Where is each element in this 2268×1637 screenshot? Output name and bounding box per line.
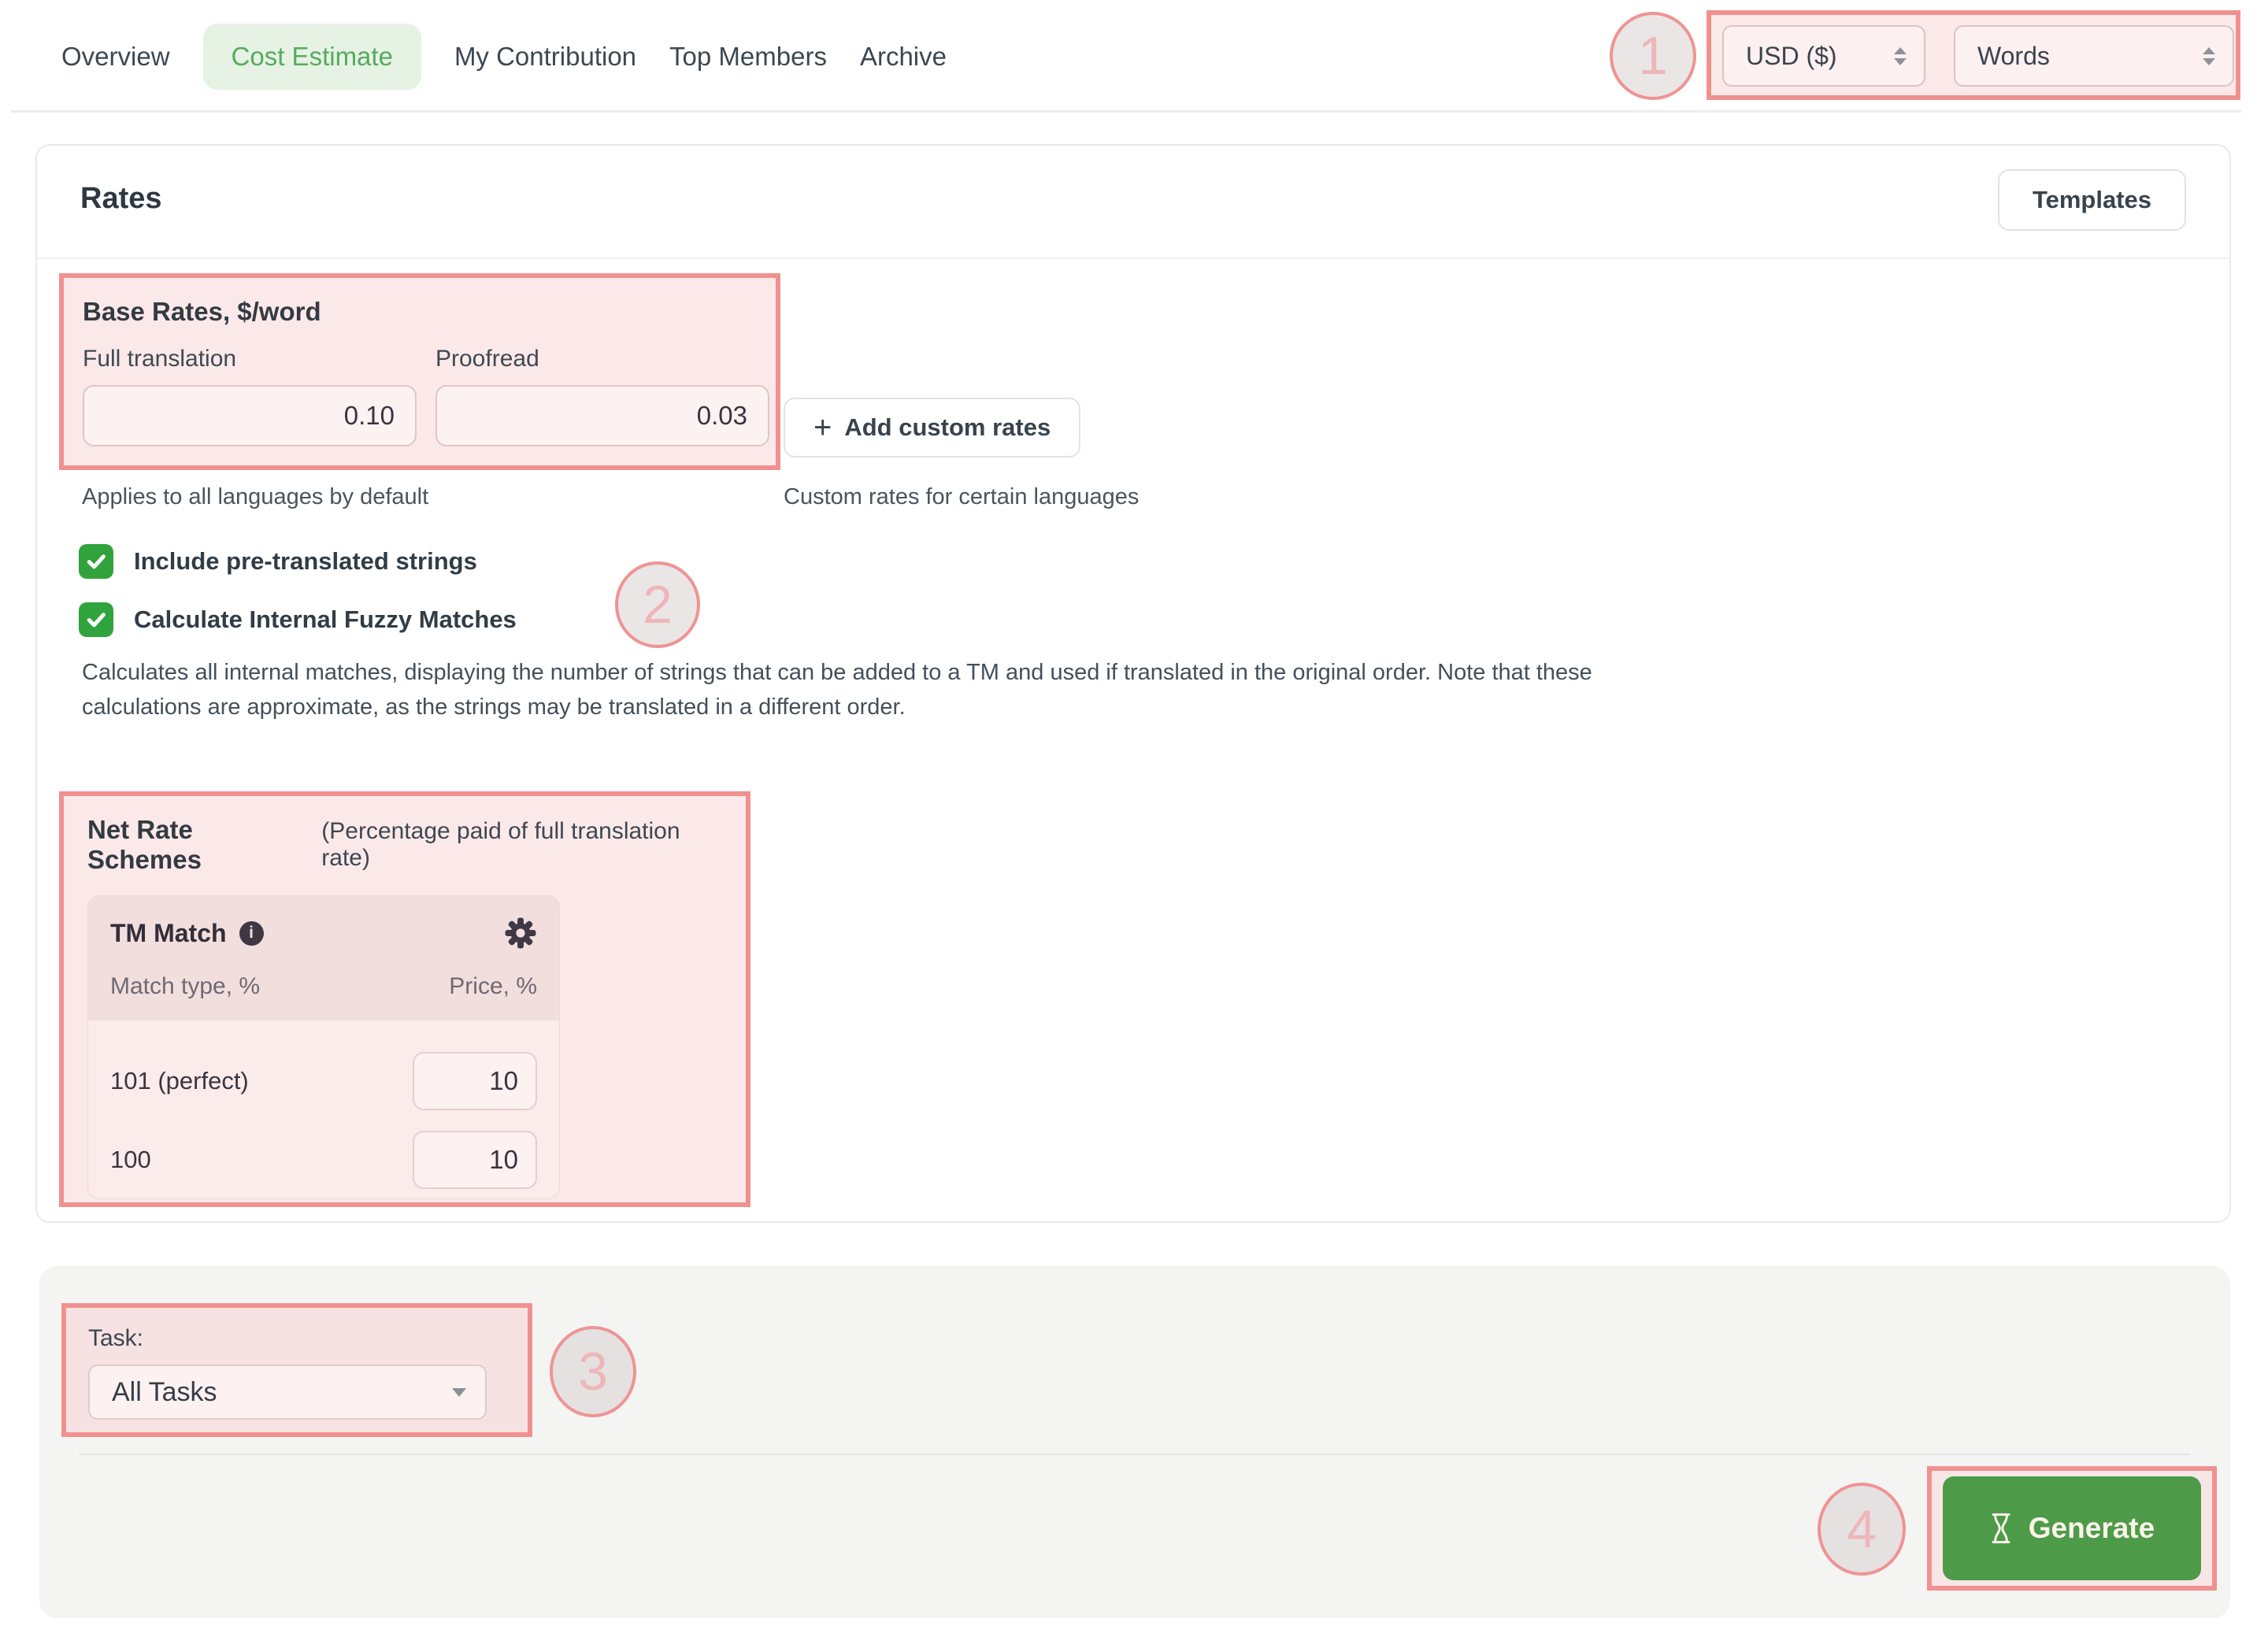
base-rates-section: Base Rates, $/word Full translation Proo…	[59, 273, 780, 470]
tab-my-contribution[interactable]: My Contribution	[454, 42, 636, 72]
fuzzy-matches-note: Calculates all internal matches, display…	[82, 656, 1602, 724]
checkmark-icon	[84, 550, 108, 573]
panel-divider	[79, 1454, 2189, 1455]
units-dropdown[interactable]: Words	[1954, 25, 2234, 87]
updown-arrows-icon	[2203, 47, 2215, 65]
price-input-100[interactable]	[413, 1131, 537, 1189]
full-translation-label: Full translation	[83, 346, 417, 372]
checkbox-checked-icon[interactable]	[79, 544, 113, 579]
tab-archive[interactable]: Archive	[860, 42, 947, 72]
updown-arrows-icon	[1894, 47, 1907, 65]
checkbox-checked-icon[interactable]	[79, 602, 113, 637]
add-custom-rates-button[interactable]: + Add custom rates	[784, 398, 1080, 457]
checkbox-label: Include pre-translated strings	[134, 547, 477, 576]
proofread-label: Proofread	[435, 346, 769, 372]
tm-match-card: TM Match i	[87, 895, 560, 1199]
tm-match-row-100: 100	[110, 1131, 537, 1189]
task-label: Task:	[88, 1325, 510, 1352]
hourglass-icon	[1989, 1512, 2013, 1545]
currency-dropdown[interactable]: USD ($)	[1722, 25, 1925, 87]
annotation-circle-4: 4	[1818, 1483, 1906, 1576]
gear-icon[interactable]	[504, 917, 537, 950]
match-type-label: 101 (perfect)	[110, 1067, 249, 1095]
annotation-highlight-box-4: Generate	[1927, 1466, 2217, 1591]
task-dropdown-value: All Tasks	[112, 1377, 217, 1408]
plus-icon: +	[813, 412, 832, 443]
task-dropdown[interactable]: All Tasks	[88, 1365, 487, 1420]
templates-button[interactable]: Templates	[1998, 169, 2186, 231]
match-type-label: 100	[110, 1146, 151, 1174]
checkbox-row-internal-fuzzy[interactable]: Calculate Internal Fuzzy Matches	[79, 602, 517, 637]
tm-match-header: TM Match i	[88, 896, 559, 1020]
currency-dropdown-value: USD ($)	[1746, 42, 1837, 71]
generate-panel: Task: All Tasks Generate	[39, 1266, 2230, 1618]
base-rates-helper-text: Applies to all languages by default	[82, 484, 428, 510]
checkbox-row-include-pretranslated[interactable]: Include pre-translated strings	[79, 544, 477, 579]
rates-title: Rates	[80, 182, 162, 216]
custom-rates-helper-text: Custom rates for certain languages	[784, 484, 1139, 510]
tm-match-body: 101 (perfect) 100	[88, 1020, 559, 1198]
nav-tabs: Overview Cost Estimate My Contribution T…	[61, 0, 947, 113]
price-input-101[interactable]	[413, 1052, 537, 1110]
net-rate-schemes-section: Net Rate Schemes (Percentage paid of ful…	[59, 791, 750, 1207]
generate-button[interactable]: Generate	[1943, 1476, 2201, 1580]
generate-button-label: Generate	[2029, 1512, 2155, 1545]
top-navigation: Overview Cost Estimate My Contribution T…	[0, 0, 2268, 113]
checkmark-icon	[84, 608, 108, 631]
units-dropdown-value: Words	[1977, 42, 2050, 71]
annotation-circle-2: 2	[615, 561, 700, 648]
tm-match-title: TM Match	[110, 919, 227, 948]
proofread-input[interactable]	[435, 385, 769, 446]
annotation-circle-3: 3	[550, 1326, 636, 1417]
annotation-circle-1: 1	[1610, 12, 1696, 100]
tab-top-members[interactable]: Top Members	[669, 42, 827, 72]
task-section: Task: All Tasks	[61, 1303, 532, 1437]
full-translation-input[interactable]	[83, 385, 417, 446]
chevron-down-icon	[452, 1388, 466, 1397]
price-column-header: Price, %	[449, 973, 537, 1000]
nav-divider	[11, 110, 2241, 113]
rates-card-header: Rates Templates	[37, 146, 2229, 259]
net-rate-schemes-subtitle: (Percentage paid of full translation rat…	[321, 818, 728, 872]
info-icon[interactable]: i	[239, 921, 264, 946]
base-rates-title: Base Rates, $/word	[83, 297, 763, 327]
checkbox-label: Calculate Internal Fuzzy Matches	[134, 606, 517, 634]
tab-overview[interactable]: Overview	[61, 42, 170, 72]
rates-card: Rates Templates Base Rates, $/word Full …	[35, 144, 2231, 1223]
tab-cost-estimate[interactable]: Cost Estimate	[203, 24, 421, 90]
add-custom-rates-label: Add custom rates	[844, 413, 1051, 442]
net-rate-schemes-title: Net Rate Schemes	[87, 815, 310, 875]
match-type-column-header: Match type, %	[110, 973, 260, 1000]
tm-match-row-101: 101 (perfect)	[110, 1052, 537, 1110]
